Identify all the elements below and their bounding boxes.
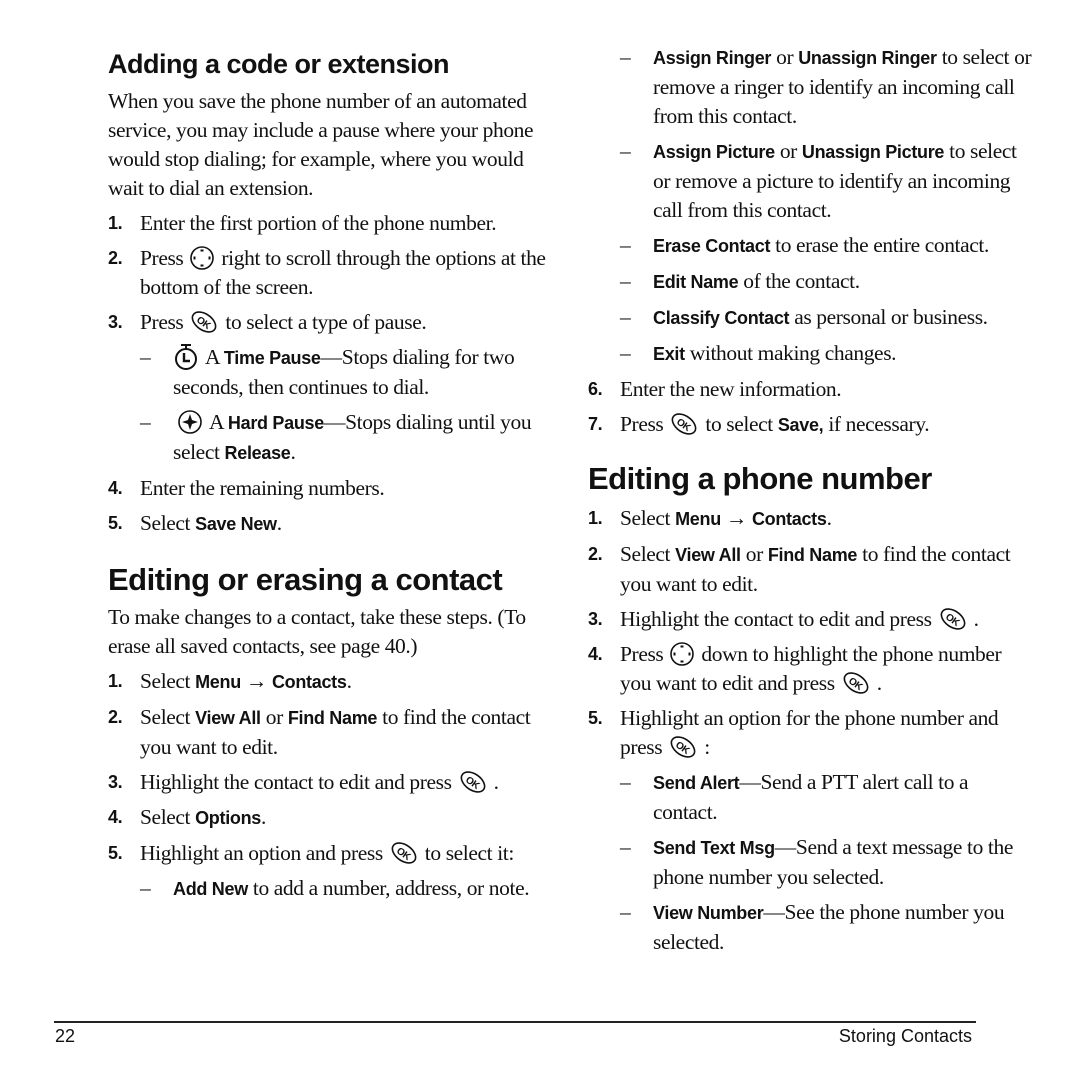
- footer-section-title: Storing Contacts: [838, 1026, 972, 1046]
- pause-option-hard: – A Hard Pause—Stops dialing until you s…: [140, 409, 532, 465]
- step-item: 5. Highlight an option and press OK to sel…: [108, 839, 553, 868]
- timer-icon: [173, 343, 199, 371]
- intro-editing-contact: To make changes to a contact, take these…: [108, 605, 526, 659]
- option-send-alert: – Send Alert—Send a PTT alert call to a …: [620, 770, 969, 825]
- option-classify-contact: – Classify Contact as personal or busine…: [620, 305, 988, 329]
- heading-editing-contact: Editing or erasing a contact: [108, 562, 503, 598]
- left-column: Adding a code or extension When you save…: [108, 0, 553, 904]
- ok-key-icon: OK: [458, 770, 488, 794]
- ok-key-icon: OK: [189, 310, 219, 334]
- option-assign-picture: – Assign Picture or Unassign Picture to …: [620, 139, 1017, 222]
- step-item: 2. Press right to scroll through the opti…: [108, 245, 546, 300]
- heading-adding-code: Adding a code or extension: [108, 49, 450, 79]
- footer-divider: [54, 1021, 976, 1023]
- option-exit: – Exit without making changes.: [620, 341, 897, 365]
- ok-key-icon: OK: [668, 735, 698, 759]
- option-assign-ringer: – Assign Ringer or Unassign Ringer to se…: [620, 45, 1032, 128]
- step-item: 6. Enter the new information.: [588, 377, 842, 401]
- step-item: 1. Select Menu → Contacts.: [588, 506, 832, 530]
- page-number: 22: [55, 1026, 76, 1046]
- option-edit-name: – Edit Name of the contact.: [620, 269, 860, 293]
- step-item: 7. Press OK to select Save, if necessary.: [588, 410, 1033, 440]
- ok-key-icon: OK: [669, 412, 699, 436]
- step-item: 4. Select Options.: [108, 805, 266, 830]
- step-item: 2. Select View All or Find Name to find …: [108, 705, 531, 760]
- step-item: 3. Press OK to select a type of pause.: [108, 308, 553, 337]
- step-item: 1. Select Menu → Contacts.: [108, 669, 352, 694]
- step-item: 1. Enter the first portion of the phone …: [108, 211, 497, 235]
- step-item: 4. Enter the remaining numbers.: [108, 476, 385, 501]
- ok-key-icon: OK: [841, 671, 871, 695]
- ok-key-icon: OK: [938, 607, 968, 631]
- step-item: 3. Highlight the contact to edit and pre…: [588, 605, 1033, 634]
- right-column: – Assign Ringer or Unassign Ringer to se…: [588, 0, 1033, 957]
- heading-editing-phone-number: Editing a phone number: [588, 461, 932, 496]
- step-item: 2. Select View All or Find Name to find …: [588, 542, 1011, 596]
- option-view-number: – View Number—See the phone number you s…: [620, 900, 1005, 955]
- step-item: 3. Highlight the contact to edit and pre…: [108, 768, 553, 797]
- step-item: 4. Press down to highlight the phone numb…: [588, 640, 1033, 698]
- option-send-text-msg: – Send Text Msg—Send a text message to t…: [620, 835, 1013, 890]
- option-add-new: – Add New to add a number, address, or n…: [140, 876, 530, 901]
- intro-adding-code: When you save the phone number of an aut…: [108, 89, 534, 200]
- pause-option-time: – A Time Pause—Stops dialing for two sec…: [140, 343, 515, 400]
- navigation-key-icon: [189, 245, 215, 271]
- navigation-key-icon: [669, 641, 695, 667]
- ok-key-icon: OK: [389, 841, 419, 865]
- step-item: 5. Highlight an option for the phone num…: [588, 704, 1033, 762]
- step-item: 5. Select Save New.: [108, 511, 282, 536]
- hard-pause-icon: [177, 409, 203, 435]
- option-erase-contact: – Erase Contact to erase the entire cont…: [620, 233, 989, 257]
